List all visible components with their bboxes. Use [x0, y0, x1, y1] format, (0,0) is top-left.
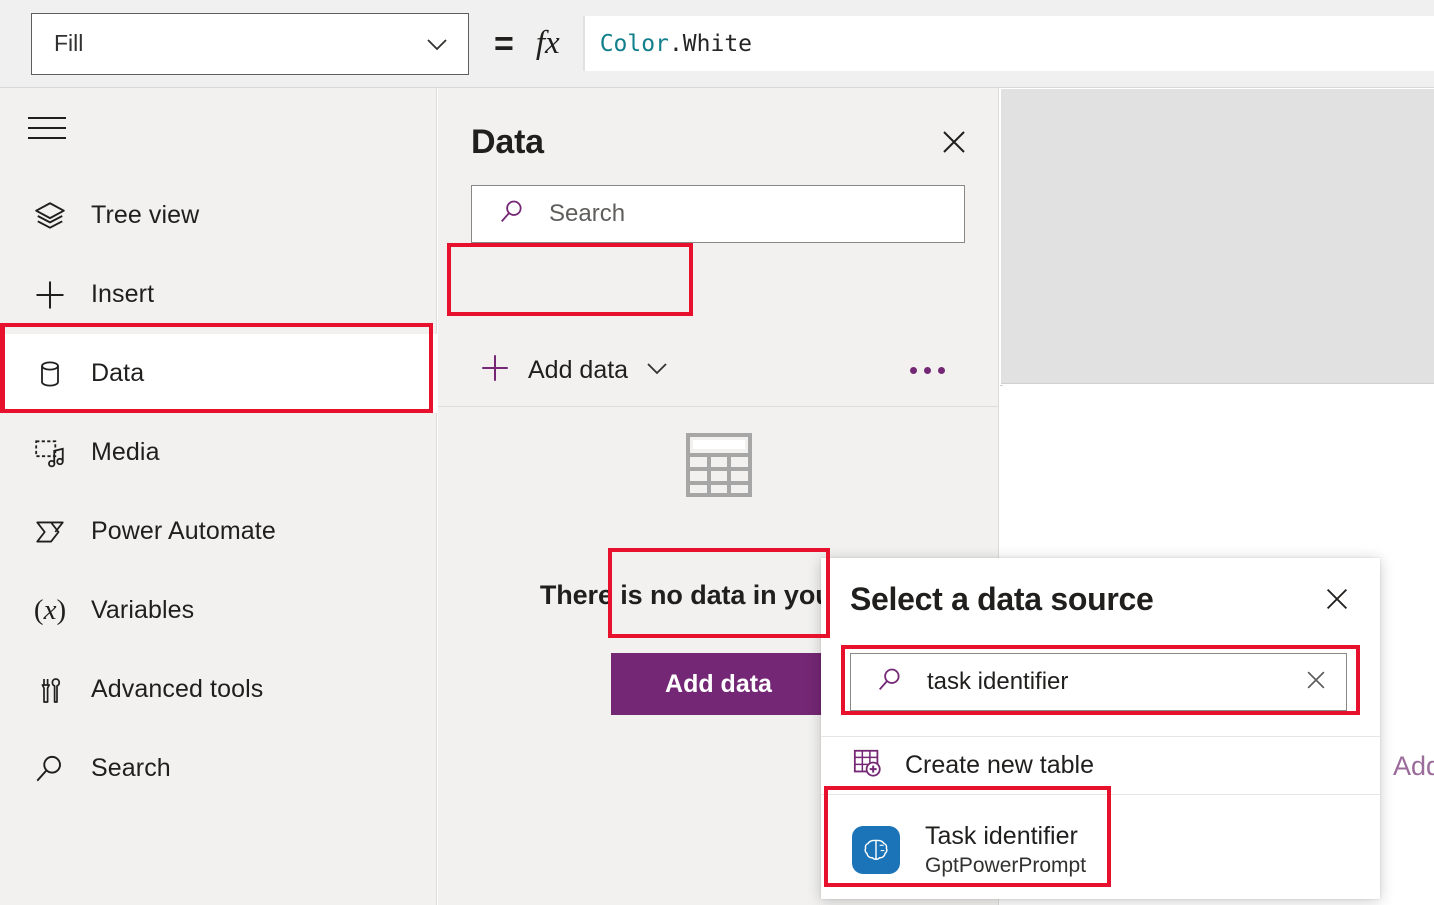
formula-token-member: .White	[669, 31, 752, 57]
sidebar-item-tree-view[interactable]: Tree view	[0, 176, 437, 255]
close-icon[interactable]	[935, 123, 973, 161]
app-root: Fill = fx Color.White	[0, 0, 1434, 905]
sidebar-item-power-automate[interactable]: Power Automate	[0, 492, 437, 571]
search-icon	[875, 665, 905, 700]
result-item-name: Task identifier	[925, 822, 1086, 851]
sidebar-item-insert[interactable]: Insert	[0, 255, 437, 334]
sidebar-item-label: Power Automate	[91, 517, 276, 546]
sidebar-item-media[interactable]: Media	[0, 413, 437, 492]
dialog-header: Select a data source	[821, 558, 1380, 640]
data-panel-header: Data	[438, 88, 999, 196]
dialog-divider	[821, 736, 1380, 737]
property-selector-dropdown[interactable]: Fill	[31, 13, 469, 75]
add-data-label: Add data	[528, 356, 628, 385]
sidebar-item-search[interactable]: Search	[0, 729, 437, 808]
create-new-table-item[interactable]: Create new table	[821, 738, 1380, 793]
close-icon[interactable]	[1318, 580, 1356, 618]
data-panel-search-input[interactable]: Search	[471, 185, 965, 243]
data-source-result-item[interactable]: Task identifier GptPowerPrompt	[821, 806, 1380, 894]
search-placeholder: Search	[549, 200, 625, 228]
plus-icon	[478, 351, 512, 390]
ai-brain-icon	[852, 826, 900, 874]
dialog-divider-2	[821, 794, 1380, 795]
hamburger-icon[interactable]	[28, 113, 68, 143]
power-automate-icon	[28, 512, 72, 552]
panel-divider	[438, 406, 999, 407]
property-selector-value: Fill	[54, 30, 83, 57]
sidebar-item-advanced-tools[interactable]: Advanced tools	[0, 650, 437, 729]
fx-icon: fx	[536, 25, 560, 62]
result-item-texts: Task identifier GptPowerPrompt	[925, 822, 1086, 878]
equals-sign: =	[494, 27, 514, 61]
data-panel-toolbar: Add data	[438, 331, 999, 409]
database-icon	[28, 354, 72, 394]
new-table-icon	[852, 747, 884, 784]
clear-icon[interactable]	[1302, 666, 1330, 699]
search-icon	[28, 749, 72, 789]
chevron-down-icon	[644, 355, 670, 386]
add-data-button[interactable]: Add data	[611, 653, 827, 715]
sidebar-item-label: Insert	[91, 280, 154, 309]
create-new-table-label: Create new table	[905, 751, 1094, 780]
sidebar-nav-list: Tree view Insert Data	[0, 176, 437, 808]
canvas-add-label[interactable]: Add	[1393, 751, 1434, 782]
sidebar-item-label: Media	[91, 438, 160, 467]
search-icon	[497, 197, 527, 232]
dialog-title: Select a data source	[850, 581, 1154, 618]
sidebar-item-label: Advanced tools	[91, 675, 263, 704]
sidebar-item-variables[interactable]: (x) Variables	[0, 571, 437, 650]
select-data-source-dialog: Select a data source task identifier	[821, 558, 1380, 899]
plus-icon	[28, 275, 72, 315]
variable-x-icon: (x)	[28, 591, 72, 631]
sidebar-item-label: Variables	[91, 596, 194, 625]
tools-icon	[28, 670, 72, 710]
add-data-dropdown-button[interactable]: Add data	[478, 351, 670, 390]
sidebar-item-label: Tree view	[91, 201, 199, 230]
result-item-subtitle: GptPowerPrompt	[925, 853, 1086, 878]
canvas-screen-preview[interactable]	[1001, 89, 1434, 384]
panel-title: Data	[471, 123, 544, 162]
formula-token-object: Color	[600, 31, 669, 57]
left-sidebar: Tree view Insert Data	[0, 88, 437, 905]
layers-icon	[28, 196, 72, 236]
media-icon	[28, 433, 72, 473]
dialog-search-input[interactable]: task identifier	[850, 653, 1347, 711]
dialog-search-value: task identifier	[927, 668, 1302, 696]
sidebar-item-label: Data	[91, 359, 144, 388]
more-options-icon[interactable]	[910, 367, 945, 374]
sidebar-item-label: Search	[91, 754, 171, 783]
formula-input[interactable]: Color.White	[583, 16, 1434, 71]
sidebar-item-data[interactable]: Data	[0, 334, 437, 413]
chevron-down-icon	[424, 31, 450, 57]
canvas-seam	[1000, 385, 1003, 386]
table-icon	[686, 433, 752, 502]
formula-bar: Fill = fx Color.White	[0, 0, 1434, 88]
